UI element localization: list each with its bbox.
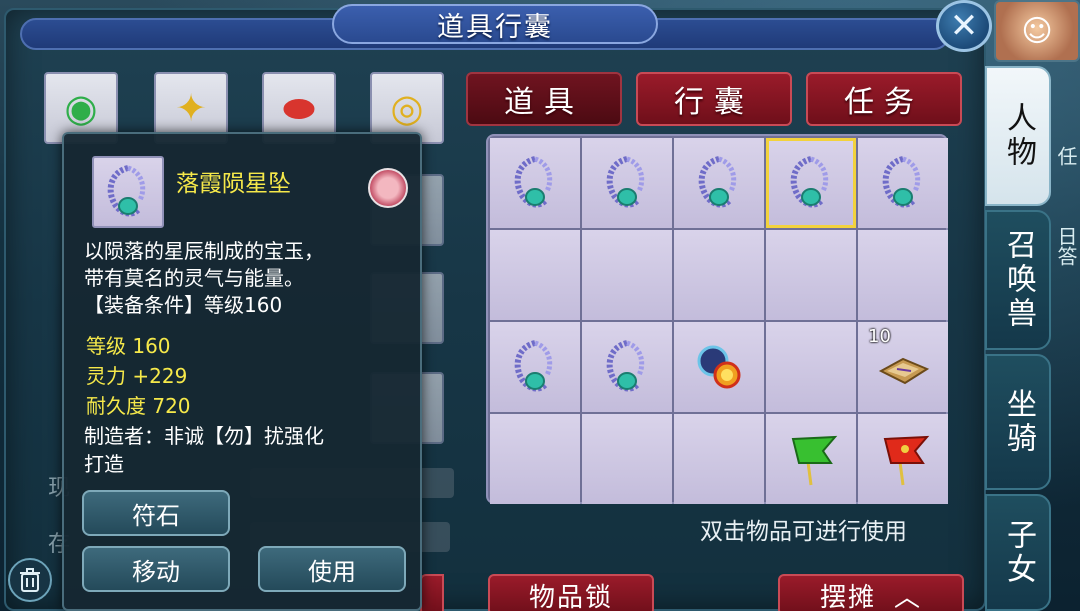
inventory-slot[interactable] <box>766 414 856 504</box>
tooltip-stat-spirit: 灵力 +229 <box>86 364 188 388</box>
tooltip-item-name: 落霞陨星坠 <box>176 171 291 197</box>
item-quantity: 10 <box>868 326 891 347</box>
inventory-slot[interactable] <box>582 138 672 228</box>
tab-character[interactable]: 人物 <box>985 66 1051 206</box>
inventory-grid: 10 <box>486 134 948 504</box>
star-pendant-icon <box>107 165 146 217</box>
tab-bag[interactable]: 行囊 <box>636 72 792 126</box>
tab-quests[interactable]: 任务 <box>806 72 962 126</box>
inventory-slot[interactable] <box>490 322 580 412</box>
usage-hint: 双击物品可进行使用 <box>700 519 907 545</box>
tab-mount[interactable]: 坐骑 <box>985 354 1051 490</box>
inventory-slot[interactable] <box>766 138 856 228</box>
partial-button[interactable] <box>420 574 444 611</box>
inventory-slot-empty[interactable] <box>766 322 856 412</box>
tooltip-stat-level: 等级 160 <box>86 334 171 358</box>
tooltip-maker-line: 打造 <box>84 452 124 476</box>
trash-icon <box>20 568 40 592</box>
star-pendant-icon <box>698 156 737 208</box>
inventory-slot[interactable] <box>582 322 672 412</box>
item-lock-label: 物品锁 <box>528 582 613 611</box>
stall-label: 摆摊 <box>819 582 876 611</box>
rune-button[interactable]: 符石 <box>82 490 230 536</box>
inventory-slot-empty[interactable] <box>582 414 672 504</box>
star-pendant-icon <box>606 156 645 208</box>
inventory-slot-empty[interactable] <box>674 230 764 320</box>
window-title: 道具行囊 <box>332 4 658 44</box>
inventory-slot[interactable] <box>674 322 764 412</box>
inventory-slot-empty[interactable] <box>766 230 856 320</box>
edge-text-partial-2: 日答 <box>1054 226 1078 266</box>
star-pendant-icon <box>790 156 829 208</box>
trash-button[interactable] <box>8 558 52 602</box>
close-icon: ✕ <box>949 6 979 46</box>
tooltip-desc-line: 以陨落的星辰制成的宝玉， <box>84 239 324 263</box>
tooltip-desc-line: 【装备条件】等级160 <box>84 293 283 317</box>
inventory-slot-empty[interactable] <box>582 230 672 320</box>
star-pendant-icon <box>606 340 645 392</box>
character-portrait[interactable]: ☺ <box>994 0 1080 62</box>
edge-text-partial: 任 <box>1054 146 1078 166</box>
green-orb-amulet-icon: ◉ <box>64 86 98 130</box>
tooltip-maker: 制造者：非诚【勿】扰强化 打造 <box>84 422 404 478</box>
sun-moon-disc-icon <box>697 345 741 389</box>
red-gem-icon: ⬬ <box>282 85 316 130</box>
inventory-slot[interactable] <box>674 138 764 228</box>
clock-icon <box>368 168 408 208</box>
inventory-slot[interactable] <box>858 414 948 504</box>
tab-summon-beast[interactable]: 召唤兽 <box>985 210 1051 350</box>
close-button[interactable]: ✕ <box>936 0 992 52</box>
move-button[interactable]: 移动 <box>82 546 230 592</box>
item-lock-button[interactable]: 物品锁 <box>488 574 654 611</box>
tooltip-stat-durability: 耐久度 720 <box>86 394 191 418</box>
item-tooltip: 落霞陨星坠 以陨落的星辰制成的宝玉， 带有莫名的灵气与能量。 【装备条件】等级1… <box>62 132 422 611</box>
inventory-slot[interactable] <box>490 138 580 228</box>
star-pendant-icon <box>514 340 553 392</box>
inventory-slot-empty[interactable] <box>490 230 580 320</box>
tooltip-description: 以陨落的星辰制成的宝玉， 带有莫名的灵气与能量。 【装备条件】等级160 <box>84 238 324 319</box>
inventory-slot[interactable] <box>858 138 948 228</box>
inventory-slot-empty[interactable] <box>858 230 948 320</box>
tooltip-maker-line: 制造者：非诚【勿】扰强化 <box>84 424 324 448</box>
inventory-slot-empty[interactable] <box>490 414 580 504</box>
use-button-label: 使用 <box>308 557 356 586</box>
move-button-label: 移动 <box>132 557 180 586</box>
rune-button-label: 符石 <box>132 501 180 530</box>
tab-items[interactable]: 道具 <box>466 72 622 126</box>
inventory-slot-empty[interactable] <box>674 414 764 504</box>
green-flag-icon <box>791 435 838 486</box>
tooltip-desc-line: 带有莫名的灵气与能量。 <box>84 266 304 290</box>
tooltip-item-slot <box>92 156 164 228</box>
star-pendant-icon <box>882 156 921 208</box>
star-pendant-icon <box>514 156 553 208</box>
inventory-slot[interactable]: 10 <box>858 322 948 412</box>
tab-children[interactable]: 子女 <box>985 494 1051 611</box>
gold-bracelet-icon: ◎ <box>390 86 424 130</box>
chevron-up-icon: ︿ <box>894 582 923 611</box>
stall-button[interactable]: 摆摊 ︿ <box>778 574 964 611</box>
gold-charm-icon: ✦ <box>175 86 207 130</box>
red-flag-icon <box>883 435 930 486</box>
use-button[interactable]: 使用 <box>258 546 406 592</box>
